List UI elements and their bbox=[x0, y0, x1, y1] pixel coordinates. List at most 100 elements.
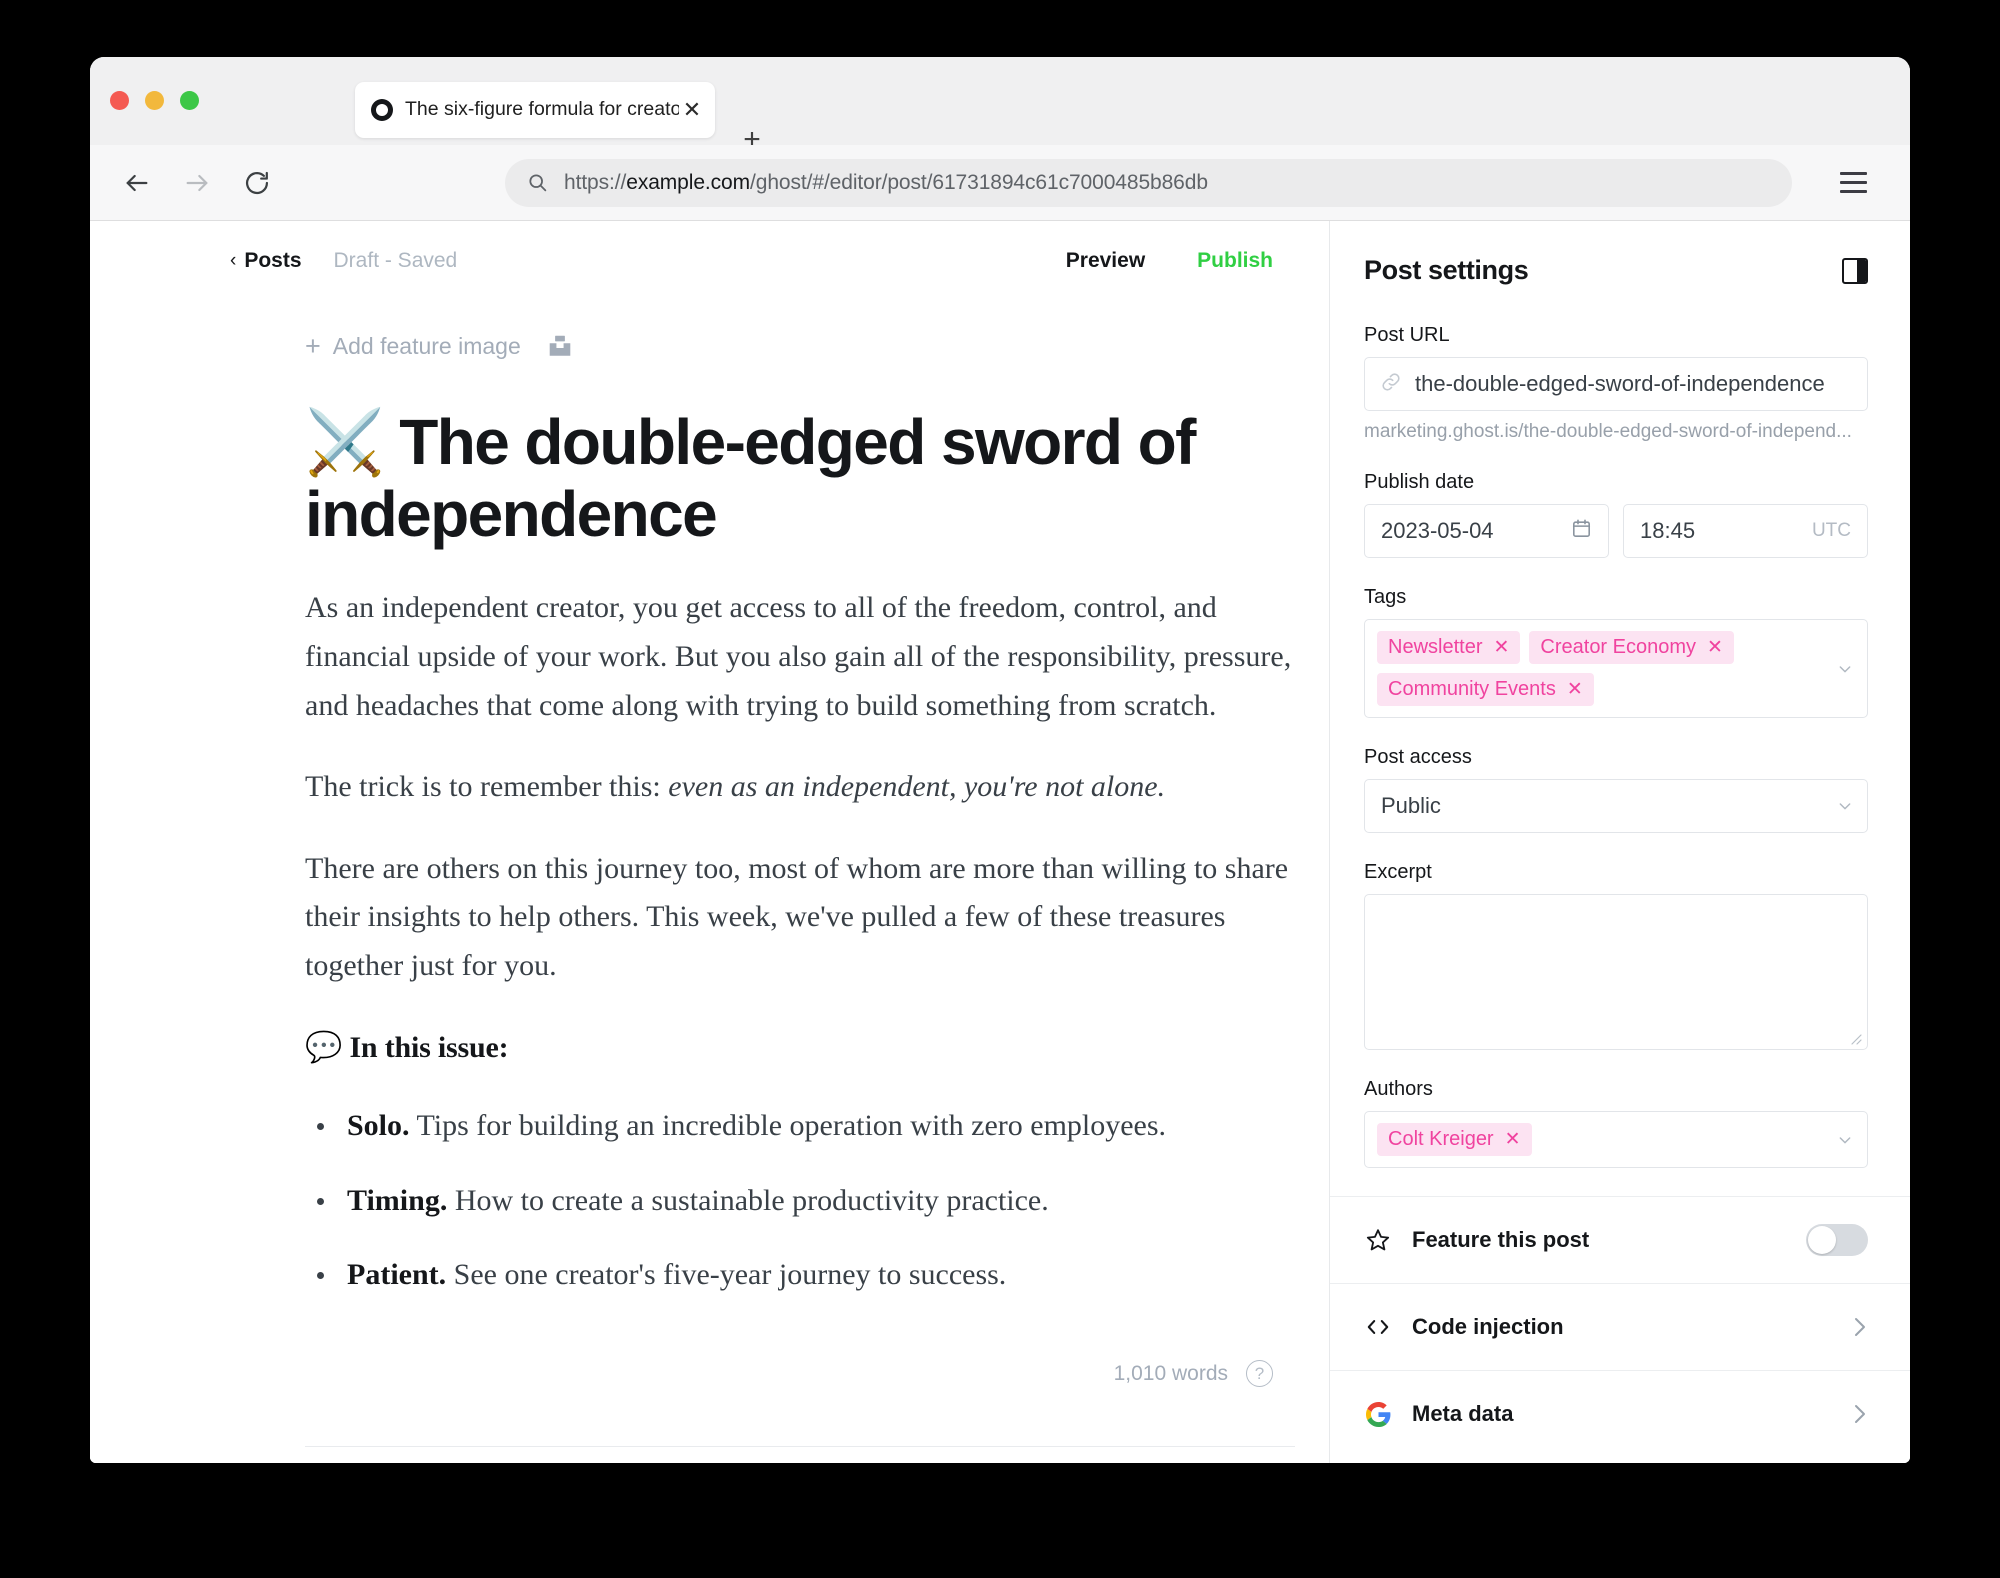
post-url-value: the-double-edged-sword-of-independence bbox=[1415, 371, 1825, 396]
code-injection-label: Code injection bbox=[1412, 1314, 1564, 1339]
timezone-label: UTC bbox=[1811, 520, 1851, 541]
editor-actions: Preview Publish bbox=[1066, 249, 1273, 273]
star-icon bbox=[1364, 1226, 1392, 1254]
list-item-text: How to create a sustainable productivity… bbox=[447, 1183, 1049, 1217]
publish-date-field: Publish date 2023-05-04 18:45 UTC bbox=[1364, 471, 1868, 558]
list-item-lead: Patient. bbox=[347, 1258, 447, 1292]
sidebar-toggle-icon[interactable] bbox=[1842, 257, 1868, 284]
remove-tag-icon[interactable]: ✕ bbox=[1707, 637, 1723, 659]
authors-field: Authors Colt Kreiger ✕ bbox=[1364, 1078, 1868, 1168]
list-item-text: See one creator's five-year journey to s… bbox=[446, 1258, 1007, 1292]
remove-tag-icon[interactable]: ✕ bbox=[1567, 679, 1583, 701]
chevron-right-icon[interactable] bbox=[1852, 1314, 1868, 1340]
remove-author-icon[interactable]: ✕ bbox=[1505, 1129, 1521, 1151]
meta-data-row[interactable]: Meta data bbox=[1330, 1370, 1910, 1457]
list-item: Solo. Tips for building an incredible op… bbox=[305, 1102, 1295, 1151]
close-tab-icon[interactable]: ✕ bbox=[681, 99, 703, 121]
post-editor-pane: ‹ Posts Draft - Saved Preview Publish + … bbox=[90, 221, 1330, 1463]
tag-chip[interactable]: Newsletter ✕ bbox=[1377, 631, 1521, 664]
authors-input[interactable]: Colt Kreiger ✕ bbox=[1364, 1111, 1868, 1168]
authors-label: Authors bbox=[1364, 1078, 1433, 1100]
excerpt-label: Excerpt bbox=[1364, 861, 1432, 883]
feature-this-post-toggle[interactable] bbox=[1806, 1224, 1868, 1256]
post-access-select[interactable]: Public bbox=[1364, 779, 1868, 833]
help-icon[interactable]: ? bbox=[1246, 1360, 1273, 1387]
reload-icon[interactable] bbox=[234, 160, 280, 206]
list-item: Timing. How to create a sustainable prod… bbox=[305, 1177, 1295, 1226]
list-item-text: Tips for building an incredible operatio… bbox=[409, 1109, 1167, 1143]
add-feature-image-button[interactable]: + Add feature image bbox=[305, 330, 521, 361]
browser-window: The six-figure formula for creato ✕ + ht… bbox=[90, 57, 1910, 1463]
publish-date-input[interactable]: 2023-05-04 bbox=[1364, 504, 1609, 558]
post-title[interactable]: ⚔️ The double-edged sword of independenc… bbox=[305, 406, 1295, 550]
post-settings-pane: Post settings Post URL the-double-edged-… bbox=[1330, 221, 1910, 1463]
publish-button[interactable]: Publish bbox=[1197, 249, 1273, 273]
publish-time-input[interactable]: 18:45 UTC bbox=[1623, 504, 1868, 558]
chevron-right-icon[interactable] bbox=[1852, 1401, 1868, 1427]
tag-chip-label: Newsletter bbox=[1388, 636, 1483, 658]
minimize-window-button[interactable] bbox=[145, 91, 164, 110]
list-item-lead: Timing. bbox=[347, 1183, 448, 1217]
post-url-hint: marketing.ghost.is/the-double-edged-swor… bbox=[1364, 421, 1852, 442]
address-bar-url: https://example.com/ghost/#/editor/post/… bbox=[564, 170, 1208, 194]
tags-field: Tags Newsletter ✕ Creator Economy ✕ Commun… bbox=[1364, 586, 1868, 718]
publish-date-label: Publish date bbox=[1364, 471, 1475, 493]
post-body[interactable]: As an independent creator, you get acces… bbox=[305, 584, 1295, 1300]
paragraph-2: The trick is to remember this: even as a… bbox=[305, 763, 1295, 812]
back-to-posts-link[interactable]: ‹ Posts bbox=[230, 249, 302, 273]
tag-chip-label: Community Events bbox=[1388, 678, 1556, 700]
publish-date-row: 2023-05-04 18:45 UTC bbox=[1364, 504, 1868, 558]
feature-this-post-row[interactable]: Feature this post bbox=[1330, 1196, 1910, 1283]
post-url-label: Post URL bbox=[1364, 324, 1450, 346]
post-access-label: Post access bbox=[1364, 746, 1472, 768]
chevron-down-icon[interactable] bbox=[1837, 661, 1853, 677]
hamburger-menu-icon[interactable] bbox=[1840, 166, 1874, 200]
post-settings-rows: Feature this post Code injection Meta da… bbox=[1330, 1196, 1910, 1457]
post-access-field: Post access Public bbox=[1364, 746, 1868, 833]
post-settings-title: Post settings bbox=[1364, 255, 1529, 285]
add-feature-image-label: Add feature image bbox=[332, 332, 521, 359]
back-arrow-icon[interactable] bbox=[114, 160, 160, 206]
chevron-left-icon: ‹ bbox=[230, 250, 237, 271]
post-settings-form: Post URL the-double-edged-sword-of-indep… bbox=[1330, 286, 1910, 1168]
publish-date-value: 2023-05-04 bbox=[1381, 518, 1494, 543]
browser-toolbar: https://example.com/ghost/#/editor/post/… bbox=[90, 145, 1910, 221]
address-bar[interactable]: https://example.com/ghost/#/editor/post/… bbox=[505, 158, 1792, 207]
post-settings-header: Post settings bbox=[1330, 221, 1910, 286]
paragraph-2-text: The trick is to remember this: bbox=[305, 770, 669, 804]
maximize-window-button[interactable] bbox=[180, 91, 199, 110]
tag-chip[interactable]: Community Events ✕ bbox=[1377, 673, 1594, 706]
paragraph-2-emphasis: even as an independent, you're not alone… bbox=[668, 770, 1166, 804]
draft-status-label: Draft - Saved bbox=[333, 249, 458, 272]
tags-input[interactable]: Newsletter ✕ Creator Economy ✕ Community E… bbox=[1364, 619, 1868, 718]
chevron-down-icon[interactable] bbox=[1837, 1132, 1853, 1148]
meta-data-control bbox=[1852, 1401, 1868, 1427]
tag-chip-label: Creator Economy bbox=[1540, 636, 1697, 658]
unsplash-image-icon[interactable] bbox=[547, 333, 573, 359]
editor-document: + Add feature image ⚔️ The double-edged … bbox=[305, 329, 1295, 1300]
editor-bottom-divider bbox=[305, 1446, 1295, 1447]
calendar-icon[interactable] bbox=[1571, 518, 1592, 544]
remove-tag-icon[interactable]: ✕ bbox=[1493, 637, 1509, 659]
ghost-logo-icon bbox=[371, 99, 393, 121]
issue-list: Solo. Tips for building an incredible op… bbox=[305, 1102, 1295, 1300]
plus-icon: + bbox=[305, 330, 321, 361]
preview-button[interactable]: Preview bbox=[1066, 249, 1145, 273]
tab-title: The six-figure formula for creato bbox=[405, 100, 679, 120]
link-icon bbox=[1381, 372, 1401, 397]
ghost-admin-app: ‹ Posts Draft - Saved Preview Publish + … bbox=[90, 221, 1910, 1463]
chevron-down-icon[interactable] bbox=[1837, 798, 1853, 814]
word-count-label: 1,010 words bbox=[1113, 1361, 1228, 1385]
resize-grip-icon[interactable] bbox=[1848, 1031, 1862, 1045]
close-window-button[interactable] bbox=[110, 91, 129, 110]
excerpt-textarea[interactable] bbox=[1364, 894, 1868, 1050]
list-item-lead: Solo. bbox=[347, 1109, 410, 1143]
post-url-field: Post URL the-double-edged-sword-of-indep… bbox=[1364, 324, 1868, 443]
tag-chip[interactable]: Creator Economy ✕ bbox=[1529, 631, 1734, 664]
author-chip[interactable]: Colt Kreiger ✕ bbox=[1377, 1123, 1532, 1156]
editor-toolbar: ‹ Posts Draft - Saved Preview Publish bbox=[90, 221, 1329, 301]
browser-tab[interactable]: The six-figure formula for creato ✕ bbox=[355, 82, 715, 138]
post-url-input[interactable]: the-double-edged-sword-of-independence bbox=[1364, 357, 1868, 411]
window-traffic-lights bbox=[110, 91, 199, 110]
code-injection-row[interactable]: Code injection bbox=[1330, 1283, 1910, 1370]
